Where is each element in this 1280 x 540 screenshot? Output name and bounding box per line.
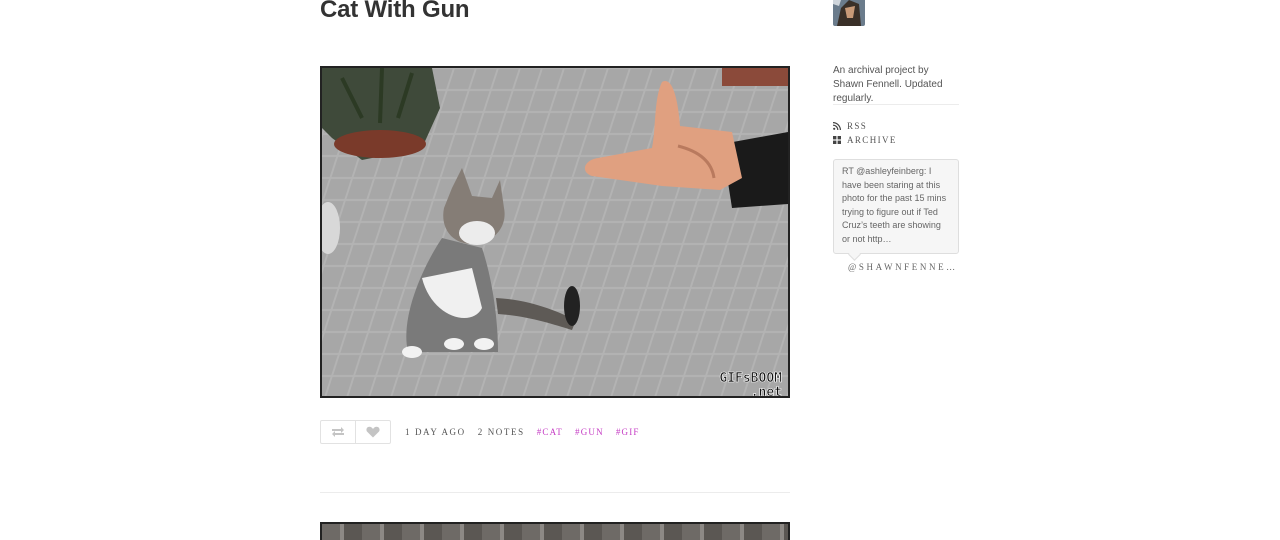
tag-gun[interactable]: GUN <box>575 427 604 437</box>
post-notes[interactable]: 2 NOTES <box>478 427 525 437</box>
sidebar-links: RSS ARCHIVE <box>833 119 897 147</box>
post-footer: 1 DAY AGO 2 NOTES CAT GUN GIF <box>320 420 640 444</box>
tag-gif[interactable]: GIF <box>616 427 640 437</box>
reblog-icon <box>332 427 344 437</box>
watermark-net: .net <box>751 385 782 396</box>
post-photo[interactable]: GIFsBOOM .net <box>320 66 790 398</box>
post-title[interactable]: Cat With Gun <box>320 0 470 24</box>
post-divider <box>320 492 790 493</box>
archive-link[interactable]: ARCHIVE <box>833 133 897 147</box>
next-post-photo[interactable] <box>320 522 790 540</box>
tag-cat[interactable]: CAT <box>537 427 563 437</box>
grid-icon <box>833 136 841 144</box>
blog-description: An archival project by Shawn Fennell. Up… <box>833 65 943 104</box>
watermark-gifsboom: GIFsBOOM <box>719 371 782 386</box>
avatar-image <box>833 0 865 26</box>
reblog-button[interactable] <box>321 421 355 443</box>
twitter-handle-link[interactable]: @SHAWNFENNELL <box>848 262 960 272</box>
post-actions <box>320 420 391 444</box>
rss-link[interactable]: RSS <box>833 119 897 133</box>
rss-icon <box>833 122 841 130</box>
latest-tweet[interactable]: RT @ashleyfeinberg: I have been staring … <box>833 159 959 254</box>
heart-icon <box>366 426 380 438</box>
post-meta: 1 DAY AGO 2 NOTES CAT GUN GIF <box>405 427 640 437</box>
cat-gif-image: GIFsBOOM .net <box>322 68 788 396</box>
sidebar-divider <box>833 104 959 105</box>
rss-label: RSS <box>847 121 868 131</box>
page: Cat With Gun GIFsBOOM .net 1 DAY AGO 2 N… <box>0 0 1280 540</box>
post-timestamp[interactable]: 1 DAY AGO <box>405 427 466 437</box>
archive-label: ARCHIVE <box>847 135 897 145</box>
avatar[interactable] <box>833 0 865 26</box>
like-button[interactable] <box>355 421 390 443</box>
